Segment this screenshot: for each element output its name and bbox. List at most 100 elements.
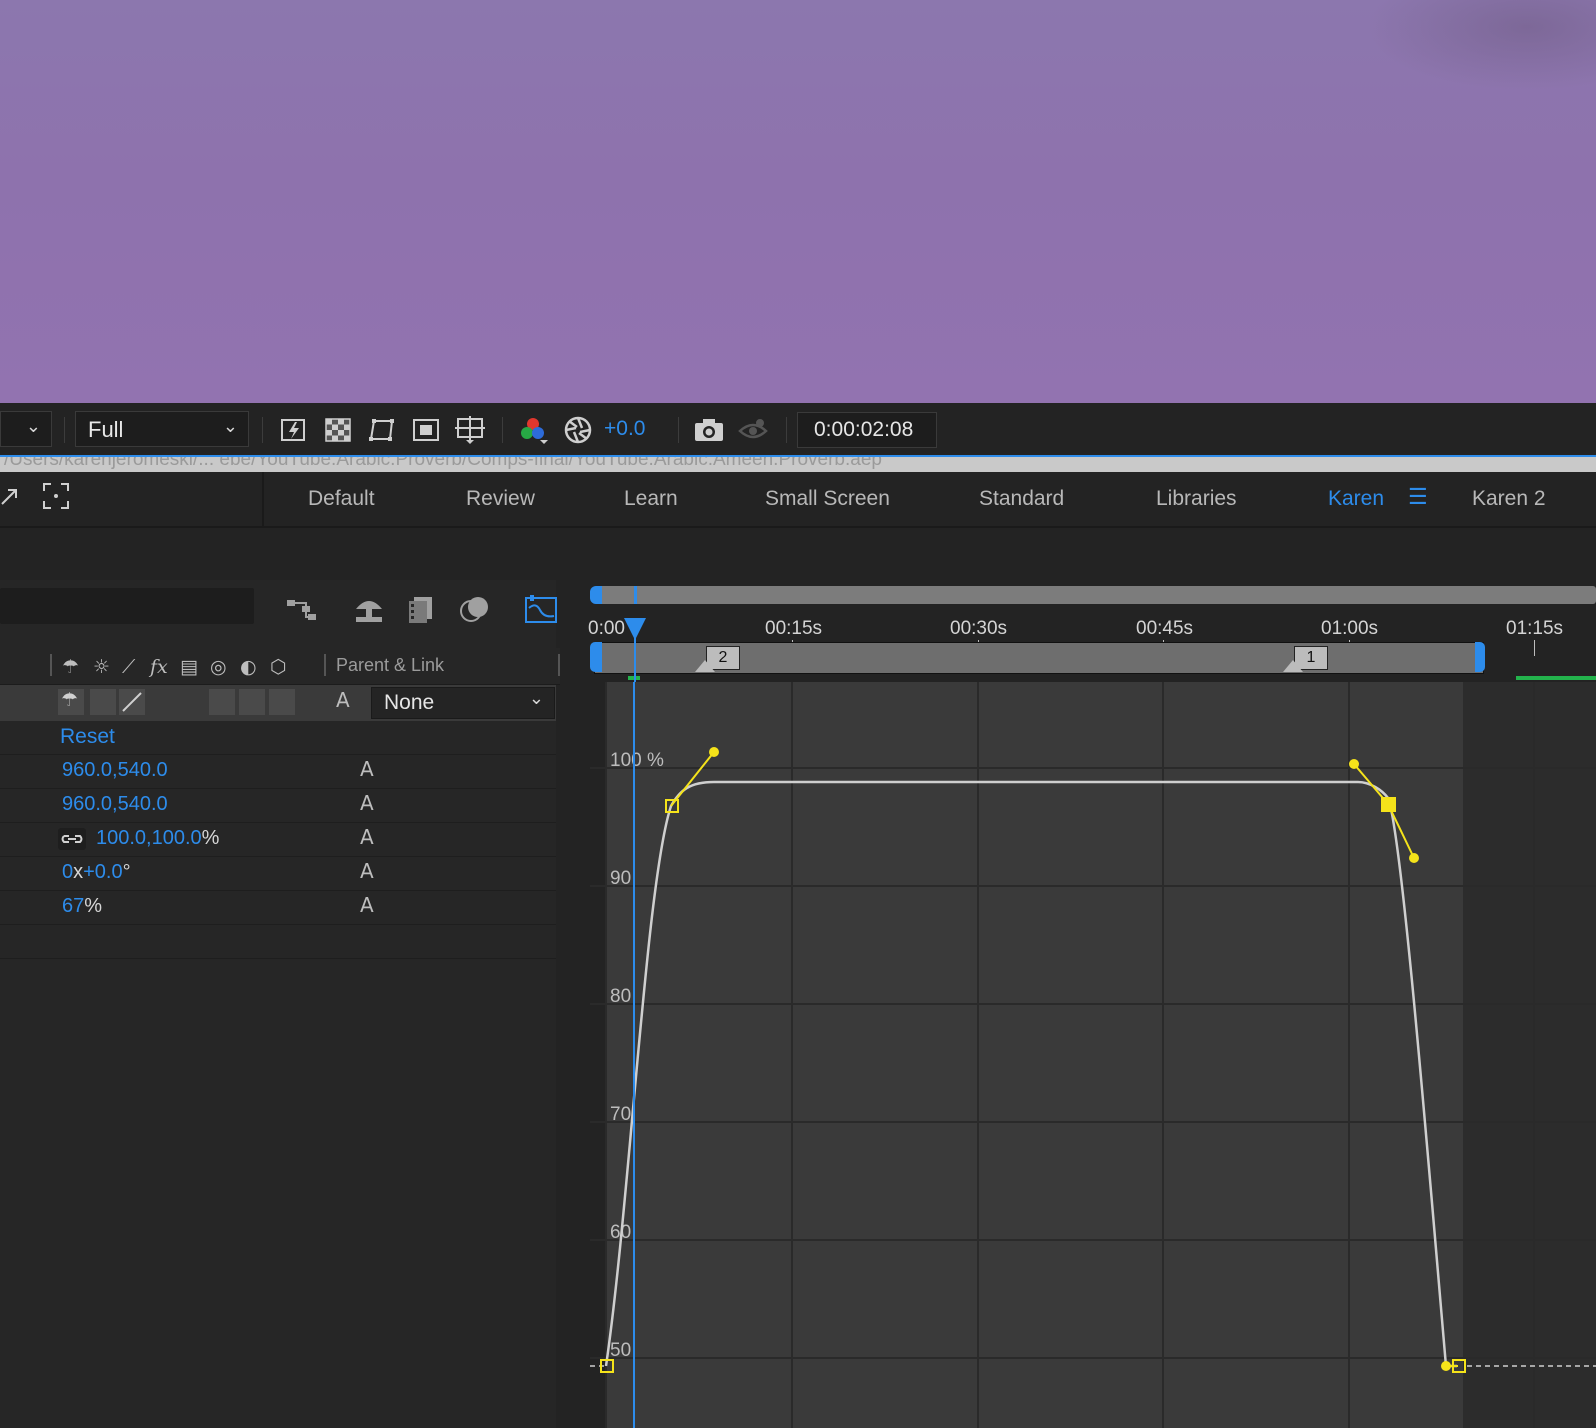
- navigator-playhead: [634, 586, 637, 604]
- mask-visibility-icon[interactable]: [367, 415, 397, 445]
- scale-row: 100.0,100.0% 𝖠: [0, 822, 556, 857]
- effects-switch-icon: fx: [150, 656, 168, 678]
- y-axis-label: 90: [610, 868, 631, 889]
- ruler-label: 01:15s: [1506, 618, 1564, 639]
- pick-whip-icon[interactable]: 𝖠: [360, 791, 374, 815]
- shy-toggle[interactable]: ☂: [58, 689, 84, 715]
- expand-icon[interactable]: [0, 484, 22, 516]
- magnification-dropdown[interactable]: ⌄: [0, 411, 52, 447]
- chevron-down-icon: ⌄: [25, 416, 41, 437]
- ruler-label: 01:00s: [1321, 618, 1379, 639]
- frame-blending-icon[interactable]: [404, 592, 438, 626]
- workspace-bar: Default Review Learn Small Screen Standa…: [0, 472, 1596, 528]
- shy-icon: ☂: [61, 689, 79, 711]
- y-axis-label: 50: [610, 1340, 631, 1361]
- layer-row[interactable]: ☂ 𝖠 None ⌄: [0, 685, 556, 721]
- toolbar-divider: [64, 417, 65, 443]
- time-navigator-bar[interactable]: [594, 586, 1596, 604]
- workspace-learn[interactable]: Learn: [624, 487, 678, 511]
- workspace-standard[interactable]: Standard: [979, 487, 1064, 511]
- graph-editor[interactable]: 100 % 90 80 70 60 50: [590, 682, 1596, 1428]
- quality-toggle[interactable]: [119, 689, 145, 715]
- bezier-handle[interactable]: [1441, 1361, 1451, 1371]
- motion-blur-icon[interactable]: [458, 592, 492, 626]
- column-divider: [324, 654, 326, 676]
- workspace-review[interactable]: Review: [466, 487, 535, 511]
- pick-whip-icon[interactable]: 𝖠: [360, 859, 374, 883]
- 3d-toggle[interactable]: [269, 689, 295, 715]
- shy-switch-icon: ☂: [62, 656, 80, 678]
- playhead-line: [634, 636, 636, 682]
- collapse-toggle[interactable]: [90, 689, 116, 715]
- timeline-search-input[interactable]: [0, 588, 254, 624]
- parent-dropdown[interactable]: None ⌄: [371, 687, 555, 719]
- camera-snapshot-icon[interactable]: [694, 415, 724, 445]
- fullscreen-icon[interactable]: [42, 482, 70, 514]
- work-area-end-handle[interactable]: [1475, 642, 1485, 672]
- keyframe-selected[interactable]: [1381, 797, 1396, 812]
- workspace-default[interactable]: Default: [308, 487, 375, 511]
- y-axis-label: 80: [610, 986, 631, 1007]
- transform-row: Reset: [0, 720, 556, 755]
- time-navigator-start-handle[interactable]: [590, 586, 602, 604]
- chevron-down-icon: ⌄: [222, 416, 238, 437]
- opacity-row: 67% 𝖠: [0, 890, 556, 925]
- adjustment-toggle[interactable]: [239, 689, 265, 715]
- time-ruler[interactable]: 0:00 00:15s 00:30s 00:45s 01:00s 01:15s: [588, 606, 1596, 656]
- parent-link-header: Parent & Link: [336, 655, 445, 675]
- fast-previews-icon[interactable]: [279, 415, 309, 445]
- frame-blend-switch-icon: ▤: [180, 656, 198, 678]
- toolbar-divider: [786, 417, 787, 443]
- y-axis-label: 100 %: [610, 750, 664, 771]
- bezier-handle[interactable]: [1349, 759, 1359, 769]
- opacity-value[interactable]: 67%: [62, 895, 102, 918]
- show-snapshot-icon[interactable]: [738, 415, 768, 445]
- current-time-display[interactable]: 0:00:02:08: [797, 412, 937, 448]
- anchor-point-row: 960.0,540.0 𝖠: [0, 754, 556, 789]
- timeline-column-header: ☂ ☼ ⟋ fx ▤ ◎ ◐ ⬡ Parent & Link: [0, 648, 560, 685]
- render-cache-bar: [1516, 676, 1596, 680]
- constrain-proportions-icon[interactable]: [58, 828, 86, 850]
- anchor-point-value[interactable]: 960.0,540.0: [62, 759, 168, 782]
- bezier-handle[interactable]: [709, 747, 719, 757]
- toolbar-divider: [502, 417, 503, 443]
- pick-whip-icon[interactable]: 𝖠: [360, 757, 374, 781]
- exposure-reset-icon[interactable]: [563, 415, 593, 445]
- motion-blur-toggle[interactable]: [209, 689, 235, 715]
- pick-whip-icon[interactable]: 𝖠: [360, 825, 374, 849]
- ruler-label: 00:30s: [950, 618, 1008, 639]
- workspace-small-screen[interactable]: Small Screen: [765, 487, 890, 511]
- channels-icon[interactable]: [518, 415, 548, 445]
- reset-link[interactable]: Reset: [60, 725, 115, 749]
- shy-layers-icon[interactable]: [352, 592, 386, 626]
- chevron-down-icon: ⌄: [528, 688, 544, 709]
- pick-whip-icon[interactable]: 𝖠: [360, 893, 374, 917]
- scale-value[interactable]: 100.0,100.0%: [96, 827, 219, 850]
- graph-editor-icon[interactable]: [524, 592, 558, 626]
- empty-row: [0, 924, 556, 959]
- resolution-dropdown[interactable]: Full ⌄: [75, 411, 249, 447]
- exposure-value[interactable]: +0.0: [604, 417, 645, 441]
- project-path-bar: /Users/karenjeromeski/... ebe/YouTube.Ar…: [0, 457, 1596, 472]
- workspace-libraries[interactable]: Libraries: [1156, 487, 1237, 511]
- grid-guides-icon[interactable]: [455, 415, 485, 445]
- project-path: /Users/karenjeromeski/... ebe/YouTube.Ar…: [4, 457, 882, 470]
- transparency-grid-icon[interactable]: [323, 415, 353, 445]
- composition-viewer[interactable]: [0, 0, 1596, 403]
- current-time-value: 0:00:02:08: [814, 418, 914, 441]
- column-divider: [558, 654, 560, 676]
- bezier-handle[interactable]: [1409, 853, 1419, 863]
- marker-pin-icon: [695, 660, 715, 672]
- workspace-menu-icon[interactable]: ☰: [1408, 484, 1428, 510]
- pick-whip-icon[interactable]: 𝖠: [336, 688, 350, 712]
- region-of-interest-icon[interactable]: [411, 415, 441, 445]
- ruler-label: 00:15s: [765, 618, 823, 639]
- work-area-start-handle[interactable]: [590, 642, 602, 672]
- workspace-karen-2[interactable]: Karen 2: [1472, 487, 1546, 511]
- rotation-value[interactable]: 0x+0.0°: [62, 861, 131, 884]
- rotation-row: 0x+0.0° 𝖠: [0, 856, 556, 891]
- ruler-label: 00:45s: [1136, 618, 1194, 639]
- comp-flowchart-icon[interactable]: [286, 592, 320, 626]
- workspace-karen[interactable]: Karen: [1328, 487, 1384, 511]
- position-value[interactable]: 960.0,540.0: [62, 793, 168, 816]
